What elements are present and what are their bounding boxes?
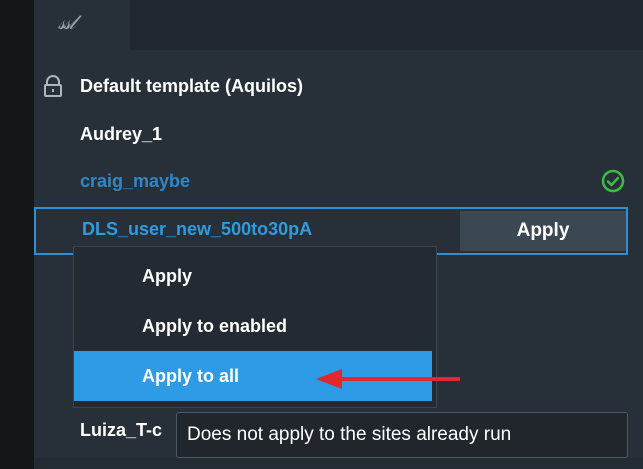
bottom-edge — [34, 458, 643, 469]
list-item-default-template[interactable]: Default template (Aquilos) — [80, 74, 303, 98]
menu-item-apply[interactable]: Apply — [74, 251, 432, 301]
check-circle-icon — [601, 169, 625, 193]
apply-button[interactable]: Apply — [460, 211, 626, 251]
red-arrow-icon — [316, 369, 460, 389]
list-item-luiza[interactable]: Luiza_T-c — [80, 420, 162, 441]
list-item-craig-maybe[interactable]: craig_maybe — [80, 169, 190, 193]
left-edge-strip — [0, 0, 34, 469]
menu-item-apply-to-enabled[interactable]: Apply to enabled — [74, 301, 432, 351]
tooltip: Does not apply to the sites already run — [176, 412, 628, 458]
list-item-audrey[interactable]: Audrey_1 — [80, 122, 162, 146]
lock-icon — [44, 75, 62, 97]
logo-icon: 𝓈𝓈𝓁 — [58, 12, 75, 34]
header-bar — [130, 0, 643, 50]
header-tab[interactable] — [34, 0, 130, 50]
selected-item-label: DLS_user_new_500to30pA — [82, 219, 313, 239]
